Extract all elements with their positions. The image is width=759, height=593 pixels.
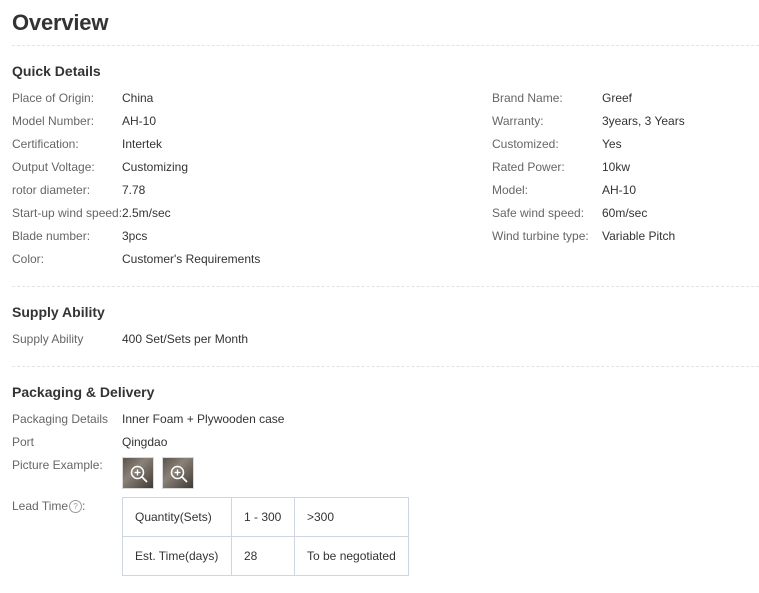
attr-value: 7.78 <box>122 183 146 197</box>
table-cell: 1 - 300 <box>231 497 295 537</box>
attr-value: Intertek <box>122 137 163 151</box>
zoom-in-icon <box>170 465 188 483</box>
attr-label: Color: <box>12 252 45 266</box>
lead-time-label: Lead Time <box>12 499 69 513</box>
attr-label: Start-up wind speed: <box>12 206 123 220</box>
attr-value: 60m/sec <box>602 206 648 220</box>
attr-label: rotor diameter: <box>12 183 91 197</box>
packaging-delivery-title: Packaging & Delivery <box>12 384 155 400</box>
attr-value: Yes <box>602 137 622 151</box>
attr-label: Place of Origin: <box>12 91 95 105</box>
attr-label: Blade number: <box>12 229 91 243</box>
divider <box>12 286 759 287</box>
attr-label: Picture Example: <box>12 458 103 472</box>
divider <box>12 366 759 367</box>
attr-label: Model: <box>492 183 529 197</box>
attr-label: Output Voltage: <box>12 160 95 174</box>
table-cell: >300 <box>294 497 409 537</box>
question-icon[interactable]: ? <box>69 500 83 514</box>
attr-label: Lead Time?: <box>12 498 85 514</box>
divider <box>12 45 759 46</box>
table-cell: Est. Time(days) <box>122 536 232 576</box>
table-row: Quantity(Sets) 1 - 300 >300 <box>122 497 409 537</box>
table-row: Est. Time(days) 28 To be negotiated <box>122 536 409 576</box>
picture-thumbnail[interactable] <box>122 457 154 489</box>
quick-details-title: Quick Details <box>12 63 101 79</box>
attr-label: Wind turbine type: <box>492 229 589 243</box>
attr-value: China <box>122 91 154 105</box>
attr-label: Certification: <box>12 137 79 151</box>
attr-value: Customer's Requirements <box>122 252 261 266</box>
table-cell: To be negotiated <box>294 536 409 576</box>
attr-label: Customized: <box>492 137 559 151</box>
lead-time-table: Quantity(Sets) 1 - 300 >300 Est. Time(da… <box>122 497 409 576</box>
attr-value: 3years, 3 Years <box>602 114 685 128</box>
attr-value: Inner Foam + Plywooden case <box>122 412 285 426</box>
attr-value: 2.5m/sec <box>122 206 171 220</box>
attr-label: Model Number: <box>12 114 95 128</box>
attr-label: Port <box>12 435 35 449</box>
attr-label: Warranty: <box>492 114 544 128</box>
attr-value: 400 Set/Sets per Month <box>122 332 249 346</box>
attr-value: Qingdao <box>122 435 168 449</box>
attr-label: Safe wind speed: <box>492 206 585 220</box>
table-cell: Quantity(Sets) <box>122 497 232 537</box>
table-cell: 28 <box>231 536 295 576</box>
attr-value: AH-10 <box>602 183 637 197</box>
lead-time-colon: : <box>82 499 86 513</box>
supply-ability-title: Supply Ability <box>12 304 105 320</box>
attr-value: Customizing <box>122 160 189 174</box>
attr-label: Packaging Details <box>12 412 109 426</box>
attr-label: Supply Ability <box>12 332 84 346</box>
attr-value: Greef <box>602 91 633 105</box>
attr-label: Rated Power: <box>492 160 565 174</box>
attr-label: Brand Name: <box>492 91 563 105</box>
zoom-in-icon <box>130 465 148 483</box>
attr-value: AH-10 <box>122 114 157 128</box>
attr-value: 3pcs <box>122 229 148 243</box>
attr-value: Variable Pitch <box>602 229 676 243</box>
page-title: Overview <box>12 10 109 35</box>
attr-value: 10kw <box>602 160 631 174</box>
picture-thumbnail[interactable] <box>162 457 194 489</box>
